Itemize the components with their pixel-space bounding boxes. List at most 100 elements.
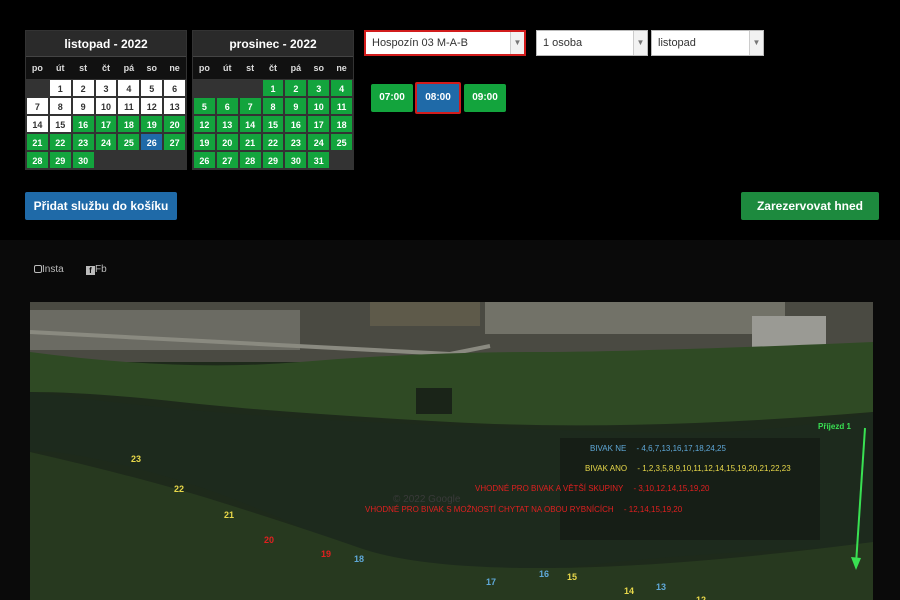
calendar-day[interactable]: 8	[261, 97, 285, 115]
spot-marker: 20	[264, 535, 275, 545]
calendar-day[interactable]: 19	[140, 115, 164, 133]
spot-marker: 12	[696, 595, 707, 600]
calendar-day[interactable]: 24	[94, 133, 118, 151]
weekday-header: pá	[117, 57, 141, 79]
weekday-header: po	[26, 57, 49, 79]
spot-marker: 15	[567, 572, 578, 582]
spot-marker: 13	[656, 582, 667, 592]
spot-marker: 22	[174, 484, 185, 494]
calendar-day[interactable]: 25	[330, 133, 353, 151]
spot-select[interactable]: Hospozín 03 M-A-B ▼	[364, 30, 526, 56]
calendar-day-empty	[193, 79, 216, 97]
calendar-day[interactable]: 1	[261, 79, 285, 97]
time-slot-0900[interactable]: 09:00	[464, 84, 506, 112]
calendar-day[interactable]: 26	[193, 151, 216, 169]
calendar-day[interactable]: 18	[117, 115, 141, 133]
legend-label: BIVAK ANO	[585, 464, 628, 473]
calendar-day[interactable]: 5	[193, 97, 216, 115]
facebook-link[interactable]: f Fb	[86, 264, 107, 275]
add-to-cart-button[interactable]: Přidat službu do košíku	[25, 192, 177, 220]
calendar-day-empty	[163, 151, 186, 169]
calendar-day[interactable]: 16	[71, 115, 95, 133]
calendar-day[interactable]: 24	[307, 133, 331, 151]
calendar-day[interactable]: 29	[48, 151, 72, 169]
calendar-day[interactable]: 15	[261, 115, 285, 133]
calendar-grid: po út st čt pá so ne 1 2 3 4 5 6 7 8 9 10 11 12 13 14 15 16 17 1…	[193, 57, 353, 169]
arrival-label: Příjezd 1	[818, 422, 851, 431]
calendar-day[interactable]: 6	[215, 97, 239, 115]
calendar-day[interactable]: 12	[193, 115, 216, 133]
weekday-header: po	[193, 57, 216, 79]
calendar-day[interactable]: 21	[238, 133, 262, 151]
calendar-day[interactable]: 23	[71, 133, 95, 151]
calendar-day-empty	[26, 79, 49, 97]
calendar-day[interactable]: 30	[284, 151, 308, 169]
instagram-link[interactable]: Insta	[34, 264, 64, 275]
calendar-day: 2	[71, 79, 95, 97]
calendar-day[interactable]: 2	[284, 79, 308, 97]
calendar-day[interactable]: 27	[163, 133, 186, 151]
weekday-header: út	[48, 57, 72, 79]
calendar-day-empty	[117, 151, 141, 169]
calendar-day[interactable]: 4	[330, 79, 353, 97]
calendar-day[interactable]: 19	[193, 133, 216, 151]
calendar-day-empty	[140, 151, 164, 169]
calendar-day[interactable]: 27	[215, 151, 239, 169]
calendar-day[interactable]: 17	[307, 115, 331, 133]
time-slot-0700[interactable]: 07:00	[371, 84, 413, 112]
calendar-day[interactable]: 28	[26, 151, 49, 169]
calendar-day[interactable]: 20	[163, 115, 186, 133]
calendar-day[interactable]: 22	[48, 133, 72, 151]
time-slot-0800[interactable]: 08:00	[415, 82, 461, 114]
calendar-day[interactable]: 25	[117, 133, 141, 151]
instagram-label: Insta	[42, 264, 64, 275]
chevron-down-icon: ▼	[749, 31, 763, 55]
map-background	[30, 302, 873, 600]
month-select[interactable]: listopad ▼	[651, 30, 764, 56]
calendar-day[interactable]: 17	[94, 115, 118, 133]
calendar-day[interactable]: 31	[307, 151, 331, 169]
booking-panel: listopad - 2022 po út st čt pá so ne 1 2 3 4 5 6 7 8 9 1…	[0, 0, 900, 240]
calendar-day[interactable]: 18	[330, 115, 353, 133]
calendar-day: 13	[163, 97, 186, 115]
weekday-header: st	[238, 57, 262, 79]
weekday-header: ne	[330, 57, 353, 79]
persons-select[interactable]: 1 osoba ▼	[536, 30, 648, 56]
calendar-december: prosinec - 2022 po út st čt pá so ne 1 2 3 4 5 6 7 8 9 1…	[192, 30, 354, 170]
calendar-title: listopad - 2022	[26, 31, 186, 57]
calendar-title: prosinec - 2022	[193, 31, 353, 57]
weekday-header: čt	[94, 57, 118, 79]
calendar-day[interactable]: 21	[26, 133, 49, 151]
calendar-day[interactable]: 28	[238, 151, 262, 169]
calendar-day[interactable]: 23	[284, 133, 308, 151]
calendar-day[interactable]: 13	[215, 115, 239, 133]
legend-groups: VHODNÉ PRO BIVAK A VĚTŠÍ SKUPINY - 3,10,…	[475, 484, 710, 493]
calendar-day[interactable]: 10	[307, 97, 331, 115]
calendar-day-empty	[94, 151, 118, 169]
calendar-day[interactable]: 16	[284, 115, 308, 133]
chevron-down-icon: ▼	[510, 32, 524, 54]
weekday-header: út	[215, 57, 239, 79]
calendar-day[interactable]: 7	[238, 97, 262, 115]
calendar-day: 1	[48, 79, 72, 97]
calendar-day[interactable]: 14	[238, 115, 262, 133]
calendar-day[interactable]: 26	[140, 133, 164, 151]
book-now-button[interactable]: Zarezervovat hned	[741, 192, 879, 220]
calendar-day[interactable]: 22	[261, 133, 285, 151]
spot-marker: 18	[354, 554, 365, 564]
weekday-header: so	[140, 57, 164, 79]
legend-both-ponds: VHODNÉ PRO BIVAK S MOŽNOSTÍ CHYTAT NA OB…	[365, 505, 682, 514]
calendar-day[interactable]: 29	[261, 151, 285, 169]
calendar-day-empty	[215, 79, 239, 97]
calendar-day: 6	[163, 79, 186, 97]
calendar-day[interactable]: 3	[307, 79, 331, 97]
calendar-day[interactable]: 30	[71, 151, 95, 169]
facebook-label: Fb	[95, 264, 107, 275]
legend-label: BIVAK NE	[590, 444, 627, 453]
calendar-day[interactable]: 20	[215, 133, 239, 151]
calendar-day-empty	[330, 151, 353, 169]
calendar-day[interactable]: 11	[330, 97, 353, 115]
spot-marker: 17	[486, 577, 497, 587]
calendar-day[interactable]: 9	[284, 97, 308, 115]
legend-values: - 12,14,15,19,20	[623, 505, 683, 514]
